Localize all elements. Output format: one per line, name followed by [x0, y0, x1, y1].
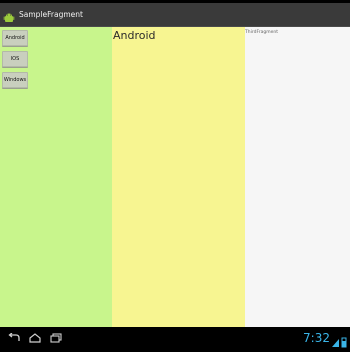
selected-item-title: Android [113, 29, 156, 42]
android-app-icon[interactable] [3, 9, 15, 22]
third-fragment-label: ThirdFragment [245, 30, 278, 35]
third-fragment-panel: ThirdFragment [245, 27, 350, 327]
back-icon[interactable] [6, 332, 22, 344]
clock[interactable]: 7:32 [303, 331, 330, 345]
first-fragment-panel: Android IOS Windows [0, 27, 112, 327]
recent-apps-icon[interactable] [48, 332, 64, 344]
second-fragment-panel: Android [112, 27, 245, 327]
app-title: SampleFragment [19, 10, 83, 19]
navigation-bar: 7:32 [0, 327, 350, 350]
windows-button[interactable]: Windows [2, 72, 28, 88]
home-icon[interactable] [27, 332, 43, 344]
action-bar: SampleFragment [0, 3, 350, 27]
ios-button[interactable]: IOS [2, 51, 28, 67]
status-indicators-icon[interactable] [331, 333, 347, 348]
android-button[interactable]: Android [2, 30, 28, 46]
fragment-container: Android IOS Windows Android ThirdFragmen… [0, 27, 350, 327]
